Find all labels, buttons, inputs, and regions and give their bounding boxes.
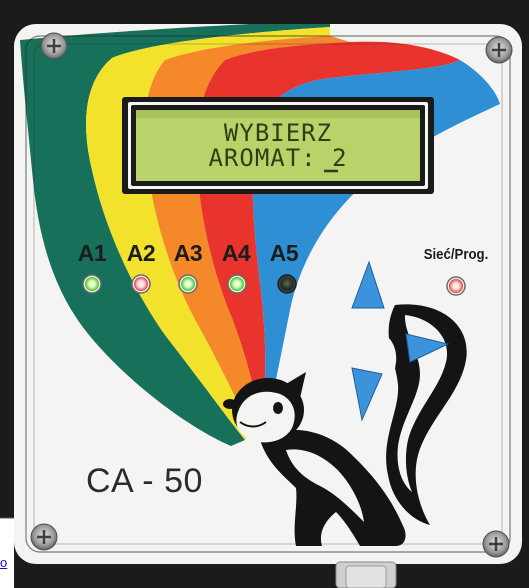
led-a3 (181, 277, 195, 291)
screw-top-left (40, 32, 68, 60)
skunk-eye (273, 402, 283, 414)
led-label-a4: A4 (221, 240, 251, 266)
led-a5 (280, 277, 294, 291)
lcd-line-1: WYBIERZ (223, 119, 333, 147)
power-led-label: Sieć/Prog. (423, 246, 489, 263)
page-margin (0, 518, 14, 588)
led-label-a5: A5 (269, 240, 299, 266)
cable-gland-ring (345, 565, 387, 588)
screw-top-right (485, 36, 513, 64)
lcd-shade (136, 110, 420, 118)
device-photo (0, 0, 529, 588)
screw-bottom-right (482, 530, 510, 558)
model-label: CA - 50 (86, 462, 203, 500)
skunk-nose (223, 399, 237, 409)
led-a1 (85, 277, 99, 291)
led-a2 (134, 277, 148, 291)
led-label-a2: A2 (126, 240, 156, 266)
lcd-line-2: AROMAT: 2 (208, 144, 348, 172)
led-power (449, 279, 463, 293)
led-label-a3: A3 (173, 240, 203, 266)
led-label-a1: A1 (77, 240, 107, 266)
led-a4 (230, 277, 244, 291)
screw-bottom-left (30, 523, 58, 551)
edge-link[interactable]: o (0, 555, 7, 570)
